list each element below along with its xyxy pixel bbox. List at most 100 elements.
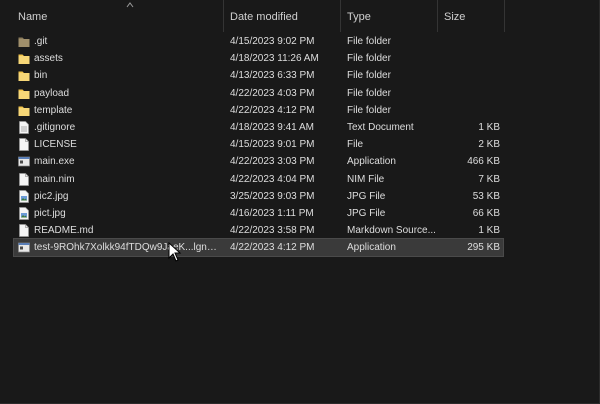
file-row[interactable]: template 4/22/2023 4:12 PM File folder — [14, 102, 503, 119]
file-type: File — [347, 139, 364, 151]
image-file-icon — [18, 189, 30, 203]
folder-icon — [18, 69, 30, 82]
file-name-cell: LICENSE — [14, 136, 222, 153]
file-name-cell: README.md — [14, 222, 222, 239]
file-size — [439, 102, 500, 119]
file-size: 1 KB — [478, 225, 500, 237]
blank-file-icon — [18, 138, 30, 152]
file-name-cell: main.nim — [14, 171, 222, 188]
size-column-header[interactable]: Size — [438, 0, 505, 32]
file-name: bin — [34, 70, 48, 82]
name-column-label: Name — [18, 11, 48, 23]
text-file-icon — [18, 121, 30, 134]
type-column-header[interactable]: Type — [341, 0, 438, 32]
size-column-label: Size — [444, 11, 466, 23]
file-row[interactable]: main.exe 4/22/2023 3:03 PM Application 466 … — [14, 153, 503, 170]
file-type: Markdown Source... — [347, 225, 436, 237]
file-name-cell: .git — [14, 33, 222, 50]
file-date-modified: 4/22/2023 4:12 PM — [230, 104, 315, 116]
file-name-cell: pict.jpg — [14, 205, 222, 222]
column-header-bar: Name Date modified Type Size — [0, 0, 600, 32]
file-type: JPG File — [347, 208, 386, 219]
file-size: 295 KB — [467, 242, 500, 254]
file-name: .git — [34, 36, 48, 47]
file-name-cell: .gitignore — [14, 119, 222, 136]
file-name: template — [34, 104, 73, 116]
folder-icon — [18, 104, 30, 117]
file-name-cell: main.exe — [14, 153, 222, 170]
file-size — [439, 67, 500, 84]
file-type: JPG File — [347, 190, 386, 202]
file-type: Text Document — [347, 122, 414, 133]
file-name: assets — [34, 53, 63, 65]
file-date-modified: 3/25/2023 9:03 PM — [230, 190, 315, 202]
file-name: payload — [34, 87, 70, 99]
file-name-cell: assets — [14, 50, 222, 67]
sort-ascending-icon — [126, 2, 134, 8]
file-row[interactable]: pict.jpg 4/16/2023 1:11 PM JPG File 66 KB — [14, 205, 503, 222]
file-row[interactable]: pic2.jpg 3/25/2023 9:03 PM JPG File 53 KB — [14, 188, 503, 205]
type-column-label: Type — [347, 11, 371, 23]
application-icon — [18, 241, 30, 254]
blank-file-icon — [18, 224, 30, 238]
file-row[interactable]: README.md 4/22/2023 3:58 PM Markdown Sourc… — [14, 222, 503, 239]
file-type: Application — [347, 242, 396, 254]
file-row[interactable]: bin 4/13/2023 6:33 PM File folder — [14, 67, 503, 84]
file-date-modified: 4/22/2023 3:58 PM — [230, 225, 315, 237]
file-date-modified: 4/18/2023 9:41 AM — [230, 122, 314, 133]
file-type: File folder — [347, 104, 391, 116]
date-modified-column-label: Date modified — [230, 11, 298, 23]
file-type: File folder — [347, 36, 391, 47]
file-date-modified: 4/22/2023 4:04 PM — [230, 173, 315, 185]
file-row[interactable]: main.nim 4/22/2023 4:04 PM NIM File 7 KB — [14, 171, 503, 188]
file-row[interactable]: LICENSE 4/15/2023 9:01 PM File 2 KB — [14, 136, 503, 153]
file-row[interactable]: test-9ROhk7Xolkk94fTDQw9JaeK...lgnn.jpg.… — [13, 238, 504, 258]
file-name: LICENSE — [34, 139, 77, 151]
folder-icon — [18, 52, 30, 65]
blank-file-icon — [18, 172, 30, 186]
file-name-cell: bin — [14, 67, 222, 84]
file-type: NIM File — [347, 173, 385, 185]
file-date-modified: 4/15/2023 9:01 PM — [230, 139, 315, 151]
file-name: README.md — [34, 225, 94, 237]
file-type: File folder — [347, 70, 391, 82]
file-size: 66 KB — [472, 208, 500, 219]
file-size — [439, 33, 500, 50]
file-size: 1 KB — [478, 122, 500, 133]
application-icon — [18, 155, 30, 168]
file-name: .gitignore — [34, 122, 76, 133]
file-name-cell: test-9ROhk7Xolkk94fTDQw9JaeK...lgnn.jpg.… — [14, 239, 222, 256]
mouse-pointer-icon — [168, 242, 182, 262]
file-row[interactable]: .gitignore 4/18/2023 9:41 AM Text Document… — [14, 119, 503, 136]
folder-icon — [18, 87, 30, 100]
file-name: test-9ROhk7Xolkk94fTDQw9JaeK...lgnn.jpg.… — [34, 242, 222, 254]
image-file-icon — [18, 207, 30, 220]
file-explorer-window: Name Date modified Type Size .git 4/15/20… — [0, 0, 600, 404]
file-size — [439, 50, 500, 67]
file-name: main.nim — [34, 173, 75, 185]
file-row[interactable]: .git 4/15/2023 9:02 PM File folder — [14, 33, 503, 50]
file-date-modified: 4/22/2023 4:12 PM — [230, 242, 315, 254]
file-type: Application — [347, 156, 396, 168]
file-size: 466 KB — [467, 156, 500, 168]
file-type: File folder — [347, 53, 391, 65]
file-size: 53 KB — [472, 190, 500, 202]
file-name-cell: payload — [14, 85, 222, 102]
file-type: File folder — [347, 87, 391, 99]
file-date-modified: 4/22/2023 4:03 PM — [230, 87, 315, 99]
file-date-modified: 4/18/2023 11:26 AM — [230, 53, 319, 65]
folder-dark-icon — [18, 35, 30, 48]
file-size: 7 KB — [478, 173, 500, 185]
file-name: pict.jpg — [34, 208, 66, 219]
file-row[interactable]: payload 4/22/2023 4:03 PM File folder — [14, 85, 503, 102]
file-name: main.exe — [34, 156, 75, 168]
file-date-modified: 4/22/2023 3:03 PM — [230, 156, 315, 168]
date-modified-column-header[interactable]: Date modified — [224, 0, 341, 32]
file-size: 2 KB — [478, 139, 500, 151]
file-date-modified: 4/15/2023 9:02 PM — [230, 36, 315, 47]
file-date-modified: 4/16/2023 1:11 PM — [230, 208, 314, 219]
file-name: pic2.jpg — [34, 190, 69, 202]
name-column-header[interactable]: Name — [12, 0, 224, 32]
file-row[interactable]: assets 4/18/2023 11:26 AM File folder — [14, 50, 503, 67]
file-name-cell: template — [14, 102, 222, 119]
